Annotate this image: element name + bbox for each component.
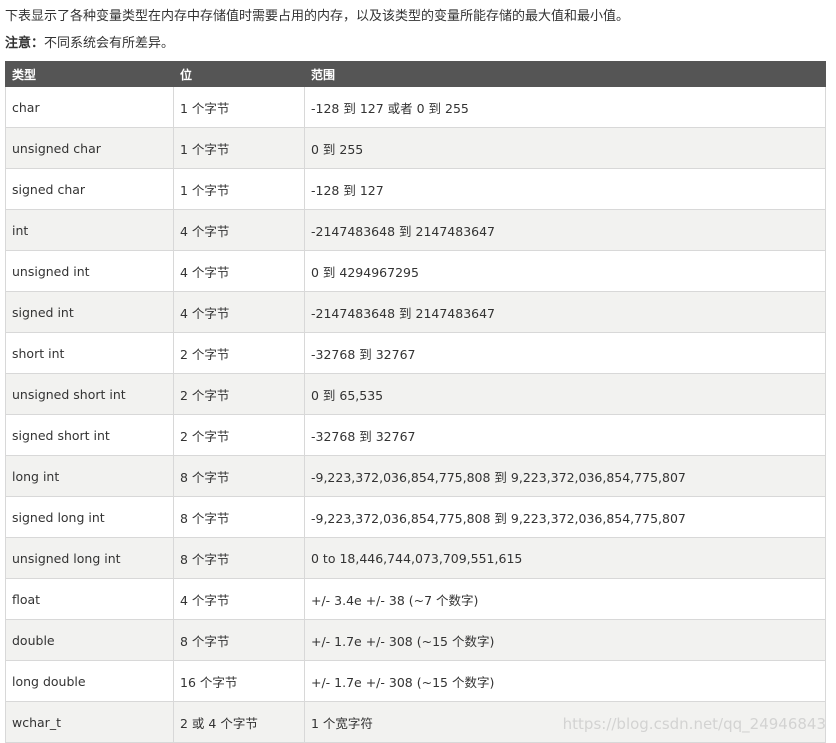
table-row: unsigned long int 8 个字节 0 to 18,446,744,07… <box>5 537 826 579</box>
table-body: char 1 个字节 -128 到 127 或者 0 到 255 unsigned c… <box>5 86 826 743</box>
cell-size: 2 个字节 <box>173 332 305 374</box>
cell-size: 4 个字节 <box>173 291 305 333</box>
cell-type: char <box>5 86 174 128</box>
cell-range: -128 到 127 或者 0 到 255 <box>304 86 826 128</box>
header-size: 位 <box>173 61 305 87</box>
header-type: 类型 <box>5 61 174 87</box>
cell-range: 0 到 255 <box>304 127 826 169</box>
cell-range: +/- 1.7e +/- 308 (~15 个数字) <box>304 660 826 702</box>
note-line: 注意：不同系统会有所差异。 <box>5 34 174 54</box>
cell-type: signed int <box>5 291 174 333</box>
cell-size: 2 个字节 <box>173 373 305 415</box>
cell-size: 8 个字节 <box>173 496 305 538</box>
note-label: 注意： <box>5 36 45 51</box>
cell-size: 2 个字节 <box>173 414 305 456</box>
cell-range: -2147483648 到 2147483647 <box>304 209 826 251</box>
table-row: signed short int 2 个字节 -32768 到 32767 <box>5 414 826 456</box>
cell-range: 0 到 4294967295 <box>304 250 826 292</box>
cell-size: 8 个字节 <box>173 537 305 579</box>
cell-type: double <box>5 619 174 661</box>
cell-range: -2147483648 到 2147483647 <box>304 291 826 333</box>
cell-range: +/- 1.7e +/- 308 (~15 个数字) <box>304 619 826 661</box>
cell-size: 8 个字节 <box>173 619 305 661</box>
table-row: unsigned short int 2 个字节 0 到 65,535 <box>5 373 826 415</box>
cell-type: unsigned short int <box>5 373 174 415</box>
table-row: short int 2 个字节 -32768 到 32767 <box>5 332 826 374</box>
cell-type: int <box>5 209 174 251</box>
table-row: int 4 个字节 -2147483648 到 2147483647 <box>5 209 826 251</box>
cell-type: unsigned char <box>5 127 174 169</box>
cell-type: short int <box>5 332 174 374</box>
cell-range: -128 到 127 <box>304 168 826 210</box>
cell-type: signed short int <box>5 414 174 456</box>
table-row: unsigned int 4 个字节 0 到 4294967295 <box>5 250 826 292</box>
cell-size: 1 个字节 <box>173 168 305 210</box>
watermark: https://blog.csdn.net/qq_24946843 <box>562 715 826 733</box>
cell-range: 0 到 65,535 <box>304 373 826 415</box>
cell-type: unsigned long int <box>5 537 174 579</box>
table-row: double 8 个字节 +/- 1.7e +/- 308 (~15 个数字) <box>5 619 826 661</box>
table-row: long int 8 个字节 -9,223,372,036,854,775,808 … <box>5 455 826 497</box>
cell-type: signed long int <box>5 496 174 538</box>
header-range: 范围 <box>304 61 826 87</box>
cell-range: 0 to 18,446,744,073,709,551,615 <box>304 537 826 579</box>
cell-type: signed char <box>5 168 174 210</box>
cell-size: 1 个字节 <box>173 86 305 128</box>
table-header-row: 类型 位 范围 <box>5 61 826 87</box>
table-row: float 4 个字节 +/- 3.4e +/- 38 (~7 个数字) <box>5 578 826 620</box>
table-row: unsigned char 1 个字节 0 到 255 <box>5 127 826 169</box>
data-types-table: 类型 位 范围 char 1 个字节 -128 到 127 或者 0 到 255 un… <box>5 61 826 743</box>
table-row: signed long int 8 个字节 -9,223,372,036,854,7… <box>5 496 826 538</box>
note-text: 不同系统会有所差异。 <box>44 36 175 51</box>
cell-range: -9,223,372,036,854,775,808 到 9,223,372,0… <box>304 496 826 538</box>
cell-size: 4 个字节 <box>173 250 305 292</box>
table-row: signed char 1 个字节 -128 到 127 <box>5 168 826 210</box>
cell-type: long int <box>5 455 174 497</box>
cell-type: wchar_t <box>5 701 174 743</box>
cell-type: float <box>5 578 174 620</box>
cell-range: -32768 到 32767 <box>304 414 826 456</box>
cell-range: -32768 到 32767 <box>304 332 826 374</box>
intro-text: 下表显示了各种变量类型在内存中存储值时需要占用的内存，以及该类型的变量所能存储的… <box>5 9 630 24</box>
cell-type: long double <box>5 660 174 702</box>
table-row: char 1 个字节 -128 到 127 或者 0 到 255 <box>5 86 826 128</box>
cell-size: 8 个字节 <box>173 455 305 497</box>
table-row: signed int 4 个字节 -2147483648 到 2147483647 <box>5 291 826 333</box>
cell-size: 16 个字节 <box>173 660 305 702</box>
cell-range: -9,223,372,036,854,775,808 到 9,223,372,0… <box>304 455 826 497</box>
cell-size: 1 个字节 <box>173 127 305 169</box>
cell-range: +/- 3.4e +/- 38 (~7 个数字) <box>304 578 826 620</box>
cell-type: unsigned int <box>5 250 174 292</box>
cell-size: 4 个字节 <box>173 209 305 251</box>
cell-size: 2 或 4 个字节 <box>173 701 305 743</box>
cell-size: 4 个字节 <box>173 578 305 620</box>
table-row: long double 16 个字节 +/- 1.7e +/- 308 (~15 个… <box>5 660 826 702</box>
